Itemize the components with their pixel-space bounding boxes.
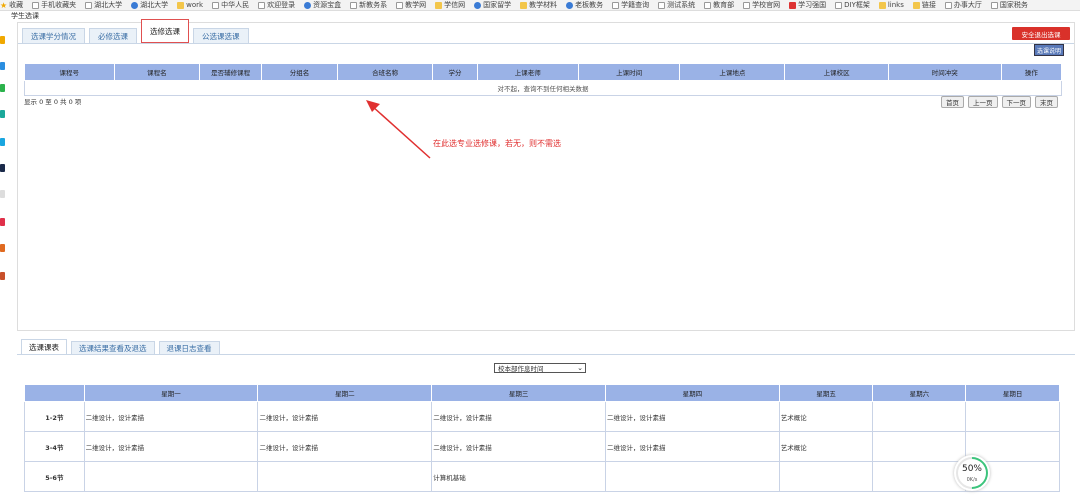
- schedule-cell: [83, 461, 259, 492]
- schedule-cell: 二维设计，设计素描: [604, 401, 780, 432]
- schedule-cell: 二维设计，设计素描: [431, 401, 606, 432]
- col-thursday: 星期四: [604, 384, 780, 402]
- col-wednesday: 星期三: [431, 384, 606, 402]
- arrow-head: [366, 100, 380, 112]
- schedule-cell: [257, 461, 433, 492]
- gauge-percent: 50%: [961, 464, 982, 474]
- schedule-cell: 计算机基础: [431, 461, 606, 492]
- schedule-cell: 二维设计，设计素描: [604, 431, 780, 462]
- period-label: 1-2节: [24, 401, 85, 432]
- col-tuesday: 星期二: [257, 384, 433, 402]
- schedule-cell: 二维设计，设计素描: [83, 401, 259, 432]
- col-sunday: 星期日: [965, 384, 1060, 402]
- schedule-cell: 艺术概论: [778, 401, 874, 432]
- col-friday: 星期五: [778, 384, 874, 402]
- schedule-cell: 二维设计，设计素描: [257, 431, 433, 462]
- tab-schedule[interactable]: 选课课表: [21, 339, 67, 355]
- bottom-tab-bar: 选课课表 选课结果查看及退选 退课日志查看: [17, 336, 220, 355]
- col-period: [24, 384, 85, 402]
- select-value: 校本部作息时间: [498, 365, 544, 373]
- arrow-line: [371, 105, 431, 159]
- tab-results-withdraw[interactable]: 选课结果查看及退选: [71, 341, 155, 355]
- schedule-header: 星期一 星期二 星期三 星期四 星期五 星期六 星期日: [24, 384, 1060, 402]
- schedule-cell: [778, 461, 874, 492]
- annotation-text: 在此选专业选修课，若无，则不需选: [433, 139, 561, 148]
- col-monday: 星期一: [83, 384, 259, 402]
- period-label: 5-6节: [24, 461, 85, 492]
- speed-gauge[interactable]: 50% 0K/s: [949, 450, 995, 496]
- tab-withdraw-log[interactable]: 退课日志查看: [158, 341, 220, 355]
- schedule-cell: [872, 401, 967, 432]
- table-row: 3-4节 二维设计，设计素描 二维设计，设计素描 二维设计，设计素描 二维设计，…: [24, 431, 1060, 462]
- gauge-rate: 0K/s: [966, 477, 978, 483]
- period-label: 3-4节: [24, 431, 85, 462]
- table-row: 1-2节 二维设计，设计素描 二维设计，设计素描 二维设计，设计素描 二维设计，…: [24, 401, 1060, 432]
- schedule-cell: 二维设计，设计素描: [83, 431, 259, 462]
- schedule-cell: 二维设计，设计素描: [257, 401, 433, 432]
- schedule-cell: [604, 461, 780, 492]
- schedule-cell: 二维设计，设计素描: [431, 431, 606, 462]
- schedule-cell: 艺术概论: [778, 431, 874, 462]
- campus-time-select[interactable]: 校本部作息时间 ⌄: [494, 363, 586, 373]
- schedule-panel: 选课课表 选课结果查看及退选 退课日志查看 校本部作息时间 ⌄ 星期一 星期二 …: [17, 336, 1075, 497]
- schedule-cell: [872, 461, 967, 492]
- schedule-table: 星期一 星期二 星期三 星期四 星期五 星期六 星期日 1-2节 二维设计，设计…: [24, 384, 1060, 492]
- col-saturday: 星期六: [872, 384, 967, 402]
- schedule-cell: [872, 431, 967, 462]
- tab-divider: [17, 354, 1075, 355]
- schedule-cell: [965, 401, 1060, 432]
- chevron-down-icon: ⌄: [577, 364, 583, 372]
- table-row: 5-6节 计算机基础: [24, 461, 1060, 492]
